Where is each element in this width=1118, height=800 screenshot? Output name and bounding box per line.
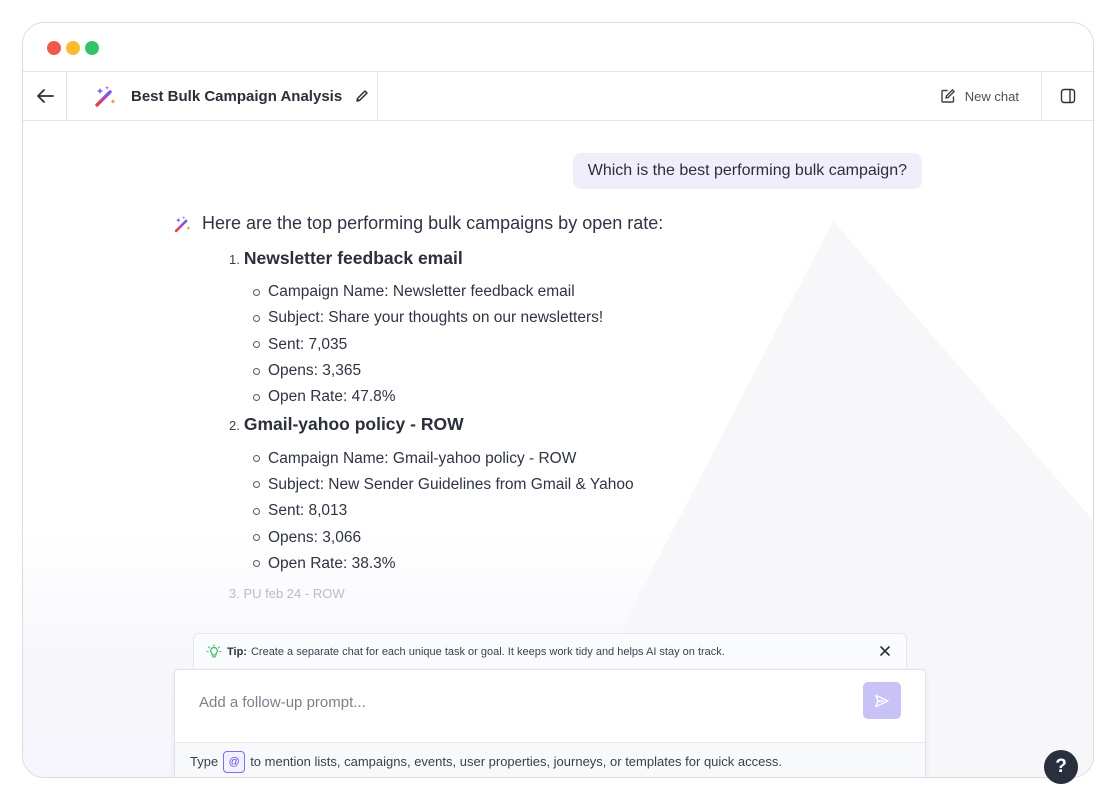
send-icon [875, 694, 889, 707]
lightbulb-icon [206, 643, 222, 657]
list-item: Open Rate: 47.8% [253, 384, 893, 410]
list-item: Campaign Name: Newsletter feedback email [253, 279, 893, 305]
bullet-icon [253, 534, 260, 542]
detail-text: Open Rate: 38.3% [268, 554, 396, 572]
detail-text: Subject: Share your thoughts on our news… [268, 309, 604, 327]
campaign-title: Gmail-yahoo policy - ROW [243, 414, 464, 435]
detail-text: Subject: New Sender Guidelines from Gmai… [268, 475, 634, 493]
close-window-dot[interactable] [47, 41, 61, 55]
truncated-campaign-item: 3. PU feb 24 - ROW [229, 585, 345, 601]
bullet-icon [253, 288, 260, 296]
chat-content: Which is the best performing bulk campai… [23, 121, 1093, 777]
tip-banner: Tip: Create a separate chat for each uni… [193, 633, 907, 669]
new-chat-label: New chat [964, 88, 1019, 104]
detail-text: Opens: 3,365 [268, 362, 362, 380]
campaign-number: 1. [229, 252, 240, 267]
bullet-icon [253, 314, 260, 322]
arrow-left-icon [36, 89, 54, 103]
close-icon[interactable] [878, 644, 892, 658]
list-item: Campaign Name: Gmail-yahoo policy - ROW [253, 445, 893, 471]
tip-label: Tip: [227, 645, 247, 658]
response-intro-text: Here are the top performing bulk campaig… [202, 213, 664, 233]
mention-hint-prefix: Type [190, 754, 219, 769]
chat-title: Best Bulk Campaign Analysis [131, 87, 343, 105]
back-button[interactable] [23, 72, 67, 120]
list-item: Open Rate: 38.3% [253, 551, 893, 577]
compose-icon [941, 89, 955, 103]
detail-text: Opens: 3,066 [268, 528, 362, 546]
list-item: Opens: 3,365 [253, 358, 893, 384]
chat-title-area: Best Bulk Campaign Analysis [67, 72, 378, 120]
sidebar-toggle-button[interactable] [1041, 72, 1093, 120]
campaign-item: 1. Newsletter feedback email Campaign Na… [229, 248, 893, 410]
magic-wand-icon [95, 86, 116, 107]
chat-header: Best Bulk Campaign Analysis New chat [23, 72, 1093, 121]
campaign-number: 2. [229, 418, 240, 434]
new-chat-button[interactable]: New chat [940, 72, 1019, 120]
mention-hint: Type @ to mention lists, campaigns, even… [175, 742, 925, 777]
bullet-icon [253, 367, 260, 375]
tip-text: Create a separate chat for each unique t… [250, 645, 725, 658]
send-button[interactable] [863, 682, 901, 719]
list-item: Subject: Share your thoughts on our news… [253, 305, 893, 331]
campaign-details: Campaign Name: Gmail-yahoo policy - ROW … [253, 445, 893, 576]
prompt-composer: Type @ to mention lists, campaigns, even… [174, 669, 926, 777]
list-item: Subject: New Sender Guidelines from Gmai… [253, 472, 893, 498]
bullet-icon [253, 393, 260, 401]
campaign-title: Newsletter feedback email [243, 248, 463, 268]
bullet-icon [253, 455, 260, 463]
bullet-icon [253, 341, 260, 349]
follow-up-prompt-input[interactable] [185, 684, 845, 720]
detail-text: Sent: 7,035 [268, 335, 348, 353]
help-button[interactable]: ? [1044, 750, 1078, 784]
mention-hint-text: to mention lists, campaigns, events, use… [250, 754, 782, 769]
bullet-icon [253, 481, 260, 489]
pencil-icon[interactable] [354, 88, 370, 104]
campaign-details: Campaign Name: Newsletter feedback email… [253, 279, 893, 410]
detail-text: Open Rate: 47.8% [268, 388, 396, 406]
assistant-response: Here are the top performing bulk campaig… [173, 213, 893, 601]
at-mention-icon[interactable]: @ [223, 750, 246, 773]
bullet-icon [253, 507, 260, 515]
detail-text: Sent: 8,013 [268, 502, 348, 520]
detail-text: Campaign Name: Newsletter feedback email [268, 283, 575, 301]
panel-icon [1060, 88, 1075, 104]
user-message: Which is the best performing bulk campai… [572, 153, 922, 189]
list-item: Sent: 8,013 [253, 498, 893, 524]
app-window: Best Bulk Campaign Analysis New chat Whi… [22, 22, 1094, 778]
bullet-icon [253, 560, 260, 568]
maximize-window-dot[interactable] [85, 41, 99, 55]
response-intro: Here are the top performing bulk campaig… [173, 213, 893, 234]
list-item: Opens: 3,066 [253, 524, 893, 550]
campaign-item: 2. Gmail-yahoo policy - ROW Campaign Nam… [229, 414, 893, 576]
magic-wand-icon [174, 215, 191, 232]
list-item: Sent: 7,035 [253, 332, 893, 358]
minimize-window-dot[interactable] [66, 41, 80, 55]
title-bar [23, 23, 1093, 72]
detail-text: Campaign Name: Gmail-yahoo policy - ROW [268, 449, 577, 467]
